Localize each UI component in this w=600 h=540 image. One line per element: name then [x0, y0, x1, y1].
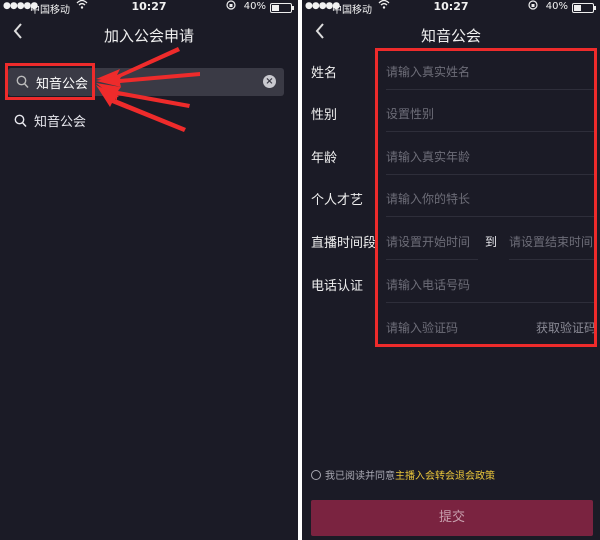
page-title: 知音公会 — [420, 27, 481, 45]
age-label: 年龄 — [311, 151, 338, 166]
search-result-label: 知音公会 — [34, 115, 87, 130]
right-screen: ●●●●● 中国移动 10:27 40% 知音公会 姓名 请输入真实姓名 性别 … — [302, 0, 600, 540]
submit-button[interactable]: 提交 — [311, 500, 593, 536]
left-screen: ●●●●● 中国移动 10:27 40% 加入公会申请 知音公会 × 知音公会 — [0, 0, 298, 540]
policy-link[interactable]: 主播入会转会退会政策 — [395, 471, 495, 482]
live-time-label: 直播时间段 — [311, 236, 377, 251]
form-highlight-box — [375, 48, 597, 347]
agreement-text: 我已阅读并同意 — [325, 471, 395, 482]
talent-label: 个人才艺 — [311, 193, 364, 208]
status-bar: ●●●●● 中国移动 10:27 40% — [302, 0, 600, 16]
battery-icon — [572, 3, 596, 13]
phone-label: 电话认证 — [311, 279, 364, 294]
radio-icon[interactable] — [311, 470, 321, 480]
gender-label: 性别 — [311, 108, 338, 123]
agreement-row[interactable]: 我已阅读并同意主播入会转会退会政策 — [311, 467, 495, 482]
battery-percent: 40% — [545, 1, 568, 12]
orientation-lock-icon — [528, 0, 538, 13]
name-label: 姓名 — [311, 66, 338, 81]
search-icon — [14, 113, 27, 132]
